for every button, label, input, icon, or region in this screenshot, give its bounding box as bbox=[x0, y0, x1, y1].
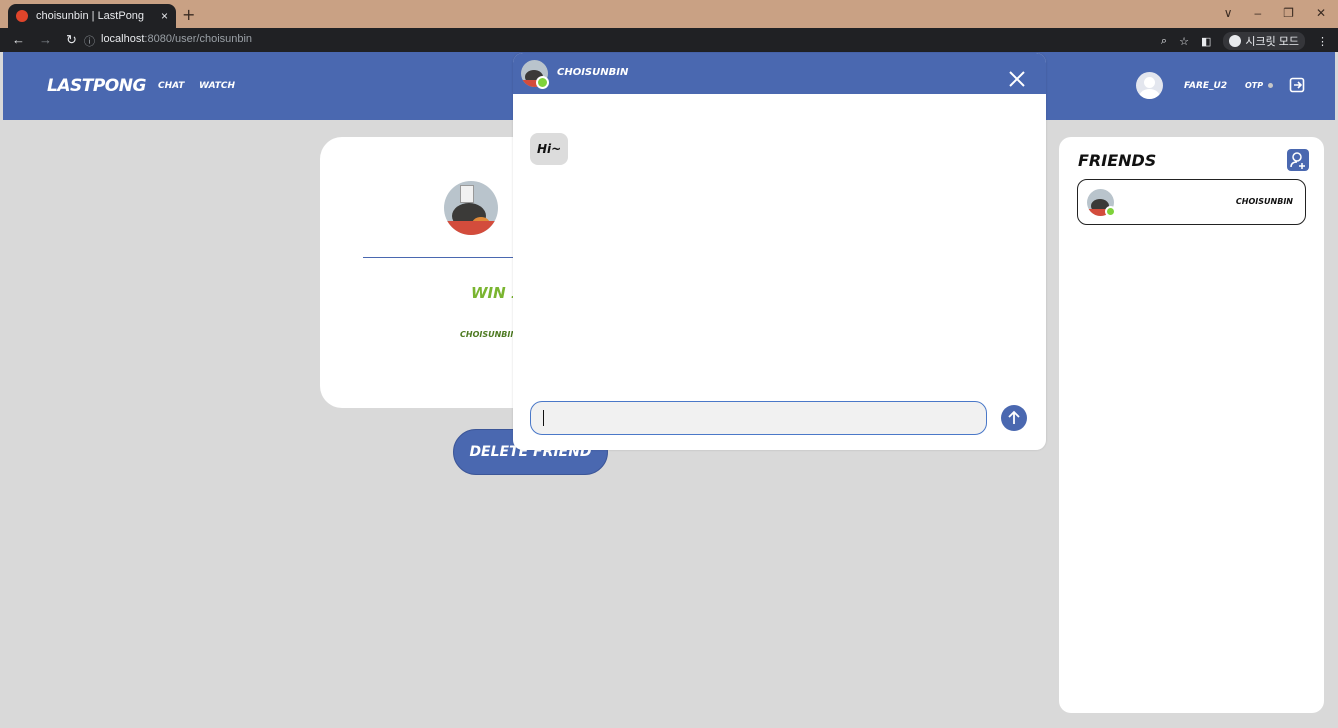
otp-status-dot bbox=[1268, 83, 1274, 88]
header-username[interactable]: FARE_U2 bbox=[1184, 81, 1227, 91]
friends-title: FRIENDS bbox=[1078, 151, 1157, 170]
browser-menu-icon[interactable]: ⋮ bbox=[1317, 35, 1328, 48]
incognito-label: 시크릿 모드 bbox=[1245, 36, 1299, 48]
tab-search-button[interactable]: ∨ bbox=[1224, 6, 1233, 20]
reload-icon[interactable]: ↻ bbox=[66, 32, 77, 48]
browser-tab[interactable]: choisunbin | LastPong × bbox=[8, 4, 176, 28]
close-icon[interactable] bbox=[1009, 71, 1025, 91]
back-icon[interactable]: ← bbox=[12, 32, 25, 48]
tab-close-button[interactable]: × bbox=[161, 9, 168, 23]
friend-list-item[interactable]: CHOISUNBIN bbox=[1077, 179, 1306, 225]
chat-modal: CHOISUNBIN Hi~ bbox=[513, 53, 1046, 450]
incognito-icon bbox=[1229, 35, 1242, 47]
zoom-icon[interactable]: ⌕ bbox=[1161, 35, 1167, 48]
url-path: :8080/user/choisunbin bbox=[144, 33, 253, 45]
nav-watch[interactable]: WATCH bbox=[199, 81, 235, 91]
browser-address-bar: ← → ↻ ⓘ localhost:8080/user/choisunbin ⌕… bbox=[0, 28, 1338, 52]
avatar-part bbox=[460, 185, 474, 203]
bookmark-star-icon[interactable]: ☆ bbox=[1179, 35, 1189, 48]
new-tab-button[interactable]: + bbox=[182, 5, 195, 24]
nav-chat[interactable]: CHAT bbox=[158, 81, 184, 91]
chat-message-input[interactable] bbox=[530, 401, 987, 435]
incognito-badge[interactable]: 시크릿 모드 bbox=[1223, 32, 1305, 50]
profile-name: CHOISUNBIN bbox=[460, 330, 518, 339]
brand-logo[interactable]: LASTPONG bbox=[47, 76, 146, 96]
avatar-body bbox=[1139, 89, 1160, 99]
side-panel-icon[interactable]: ◧ bbox=[1201, 35, 1211, 48]
text-caret bbox=[543, 410, 544, 426]
url-field[interactable]: ⓘ localhost:8080/user/choisunbin bbox=[84, 33, 252, 49]
otp-toggle[interactable]: OTP bbox=[1245, 81, 1274, 90]
online-status-icon bbox=[1105, 206, 1116, 217]
chat-partner-name: CHOISUNBIN bbox=[557, 67, 629, 78]
avatar-head bbox=[1144, 77, 1155, 88]
add-friend-icon[interactable] bbox=[1287, 149, 1309, 171]
otp-label: OTP bbox=[1245, 81, 1264, 90]
restore-button[interactable]: ❐ bbox=[1283, 6, 1294, 20]
browser-tab-title: choisunbin | LastPong bbox=[36, 10, 145, 22]
url-host: localhost bbox=[101, 33, 145, 45]
profile-avatar bbox=[444, 181, 498, 235]
minimize-button[interactable]: – bbox=[1254, 6, 1261, 20]
site-info-icon[interactable]: ⓘ bbox=[84, 33, 95, 49]
user-avatar[interactable] bbox=[1136, 72, 1163, 99]
online-status-icon bbox=[536, 76, 549, 89]
chat-header: CHOISUNBIN bbox=[513, 53, 1046, 94]
logout-icon[interactable] bbox=[1289, 77, 1305, 97]
favicon-icon bbox=[16, 10, 28, 22]
forward-icon[interactable]: → bbox=[39, 32, 52, 48]
friends-panel: FRIENDS CHOISUNBIN bbox=[1059, 137, 1324, 713]
avatar-part bbox=[444, 221, 498, 235]
browser-tab-bar: choisunbin | LastPong × + ∨ – ❐ ✕ bbox=[0, 0, 1338, 28]
window-controls: ∨ – ❐ ✕ bbox=[1224, 6, 1326, 20]
send-arrow-icon[interactable] bbox=[1001, 405, 1027, 431]
close-window-button[interactable]: ✕ bbox=[1316, 6, 1326, 20]
browser-nav-buttons: ← → ↻ bbox=[12, 32, 77, 48]
browser-toolbar-right: ⌕ ☆ ◧ 시크릿 모드 ⋮ bbox=[1161, 32, 1328, 50]
chat-message-bubble: Hi~ bbox=[530, 133, 569, 165]
friend-name: CHOISUNBIN bbox=[1235, 197, 1293, 206]
